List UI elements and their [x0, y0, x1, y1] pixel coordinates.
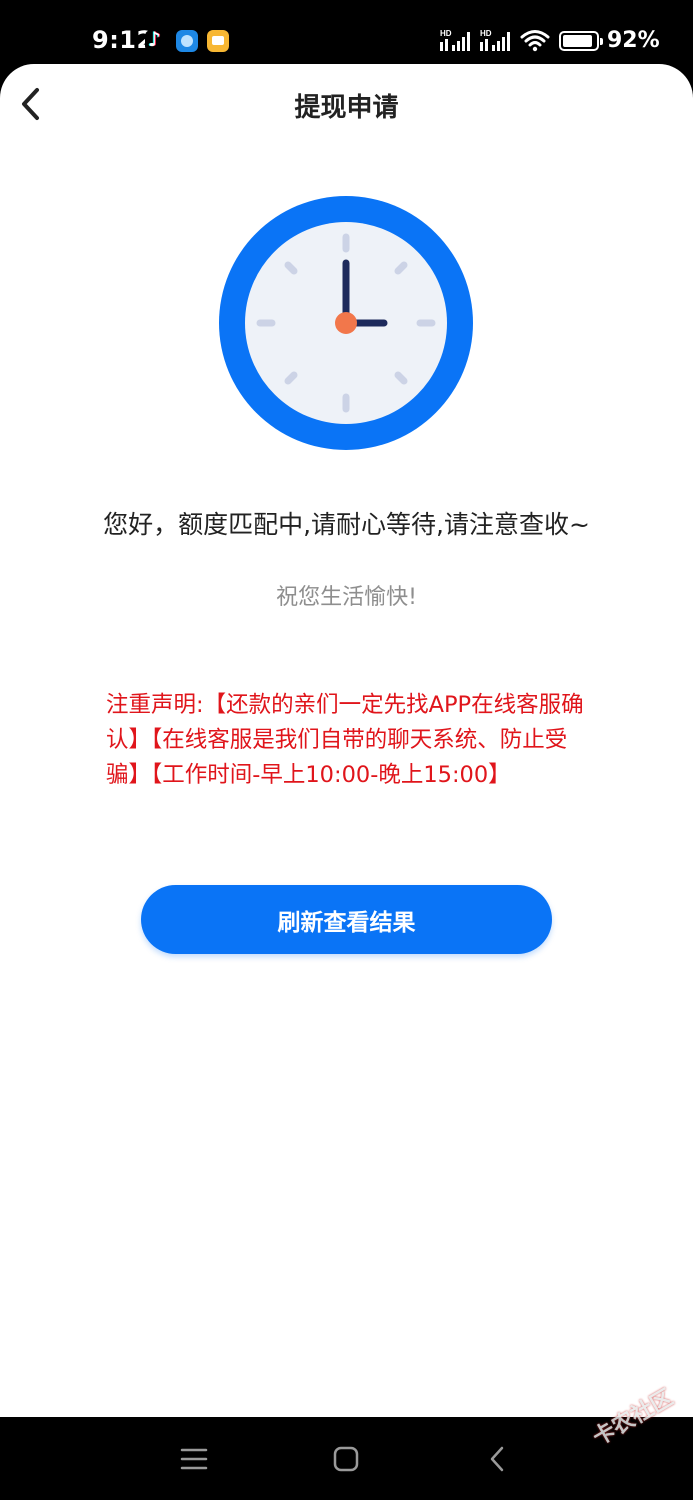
notice-text: 注重声明:【还款的亲们一定先找APP在线客服确认】【在线客服是我们自带的聊天系统…	[106, 692, 584, 788]
clock-icon	[219, 196, 473, 450]
wifi-icon	[520, 30, 550, 52]
refresh-result-button[interactable]: 刷新查看结果	[141, 885, 552, 954]
app-yellow-icon	[207, 30, 229, 52]
battery-percent: 92%	[607, 28, 660, 53]
battery-fill	[563, 35, 592, 47]
menu-icon[interactable]	[176, 1441, 212, 1477]
wish-text: 祝您生活愉快!	[276, 585, 417, 610]
clock-center	[335, 312, 357, 334]
back-icon[interactable]	[480, 1441, 516, 1477]
signal-icon: HD	[440, 29, 470, 51]
app-blue-icon	[176, 30, 198, 52]
signal-icon: HD	[480, 29, 510, 51]
battery-icon	[559, 31, 603, 51]
tiktok-icon	[145, 27, 167, 52]
status-message: 您好，额度匹配中,请耐心等待,请注意查收~	[103, 510, 590, 539]
svg-text:HD: HD	[440, 29, 452, 38]
withdraw-page: 提现申请 您好，额度匹配中,请耐心等待,请注意查收~ 祝您生活愉快! 注重声明:…	[0, 64, 693, 1417]
page-title: 提现申请	[294, 93, 399, 123]
home-icon[interactable]	[328, 1441, 364, 1477]
svg-text:HD: HD	[480, 29, 492, 38]
